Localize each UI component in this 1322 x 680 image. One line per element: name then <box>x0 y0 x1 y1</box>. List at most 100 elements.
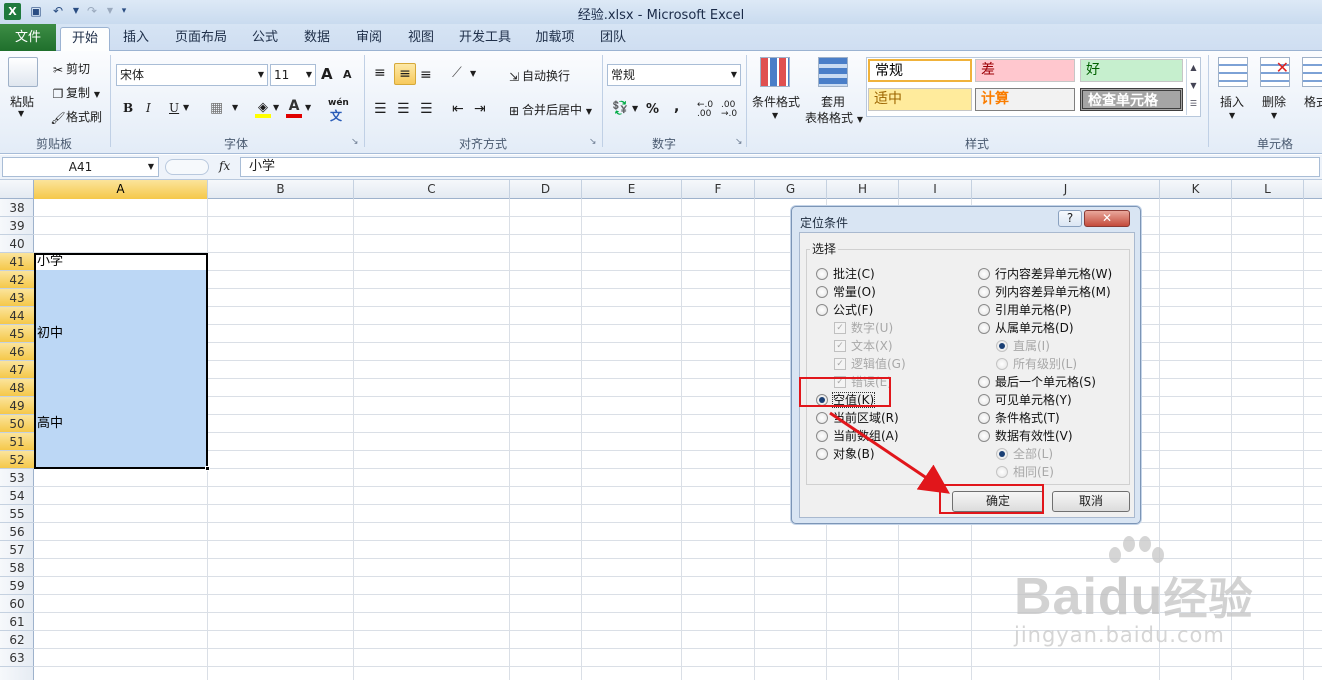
font-color-dropdown-icon[interactable]: ▼ <box>305 103 311 112</box>
radio-icon[interactable] <box>978 393 990 406</box>
wrap-text-button[interactable]: ⇲ 自动换行 <box>506 67 570 85</box>
cell-a41[interactable]: 小学 <box>37 253 63 271</box>
row-header-44[interactable]: 44 <box>0 307 34 325</box>
fill-color-icon[interactable]: ◈ <box>255 100 271 118</box>
insert-cells-button[interactable]: 插入 <box>1220 93 1244 110</box>
column-header-j[interactable]: J <box>972 180 1160 199</box>
style-calculation[interactable]: 计算 <box>975 88 1075 111</box>
close-button[interactable]: ✕ <box>1084 210 1130 227</box>
format-as-table-icon[interactable] <box>818 57 848 87</box>
right-option-1[interactable]: 列内容差异单元格(M) <box>978 283 1111 301</box>
row-header-38[interactable]: 38 <box>0 199 34 217</box>
row-header-41[interactable]: 41 <box>0 253 34 271</box>
tab-page-layout[interactable]: 页面布局 <box>165 27 237 51</box>
tab-formulas[interactable]: 公式 <box>243 27 287 51</box>
row-header-45[interactable]: 45 <box>0 325 34 343</box>
increase-decimal-icon[interactable]: ←.0.00 <box>697 101 713 119</box>
row-header-55[interactable]: 55 <box>0 505 34 523</box>
row-header-61[interactable]: 61 <box>0 613 34 631</box>
left-option-0[interactable]: 批注(C) <box>816 265 875 283</box>
row-header-57[interactable]: 57 <box>0 541 34 559</box>
tab-developer[interactable]: 开发工具 <box>452 27 518 51</box>
italic-button[interactable]: I <box>146 101 151 115</box>
column-header-f[interactable]: F <box>682 180 755 199</box>
dialog-launcher-icon[interactable]: ↘ <box>589 137 597 147</box>
grow-font-button[interactable]: A <box>321 65 333 83</box>
row-header-49[interactable]: 49 <box>0 397 34 415</box>
merge-center-button[interactable]: ⊞ 合并后居中 ▼ <box>506 101 592 119</box>
help-button[interactable]: ? <box>1058 210 1082 227</box>
paste-button[interactable]: 粘贴 <box>10 93 34 110</box>
row-header-46[interactable]: 46 <box>0 343 34 361</box>
style-bad[interactable]: 差 <box>975 59 1075 82</box>
row-header-48[interactable]: 48 <box>0 379 34 397</box>
underline-button[interactable]: U <box>169 101 179 115</box>
style-normal[interactable]: 常规 <box>868 59 972 82</box>
format-painter-button[interactable]: 🖌格式刷 <box>50 108 102 126</box>
column-header-e[interactable]: E <box>582 180 682 199</box>
tab-addins[interactable]: 加载项 <box>527 27 583 51</box>
gallery-more-icon[interactable]: ☰ <box>1187 95 1200 113</box>
tab-insert[interactable]: 插入 <box>113 27 159 51</box>
row-header-52[interactable]: 52 <box>0 451 34 469</box>
column-header-h[interactable]: H <box>827 180 899 199</box>
chevron-up-icon[interactable]: ▲ <box>1187 59 1200 77</box>
chevron-down-icon[interactable]: ▼ <box>1271 111 1277 120</box>
gallery-scroll[interactable]: ▲ ▼ ☰ <box>1186 59 1200 115</box>
align-right-icon[interactable]: ☰ <box>420 101 433 117</box>
column-header-l[interactable]: L <box>1232 180 1304 199</box>
tab-data[interactable]: 数据 <box>295 27 339 51</box>
align-bottom-icon[interactable]: ≡ <box>420 67 432 83</box>
font-size-combo[interactable]: 11 ▼ <box>270 64 316 86</box>
underline-dropdown-icon[interactable]: ▼ <box>183 103 189 112</box>
delete-cells-icon[interactable]: ✕ <box>1260 57 1290 87</box>
right-option-0[interactable]: 行内容差异单元格(W) <box>978 265 1112 283</box>
align-middle-icon[interactable]: ≡ <box>394 63 416 85</box>
radio-icon[interactable] <box>978 429 990 442</box>
row-header-60[interactable]: 60 <box>0 595 34 613</box>
row-header-39[interactable]: 39 <box>0 217 34 235</box>
orientation-icon[interactable]: ⟋ <box>452 65 462 81</box>
row-header-62[interactable]: 62 <box>0 631 34 649</box>
row-header-58[interactable]: 58 <box>0 559 34 577</box>
row-header-51[interactable]: 51 <box>0 433 34 451</box>
format-as-table-label-2[interactable]: 表格格式 ▼ <box>805 109 863 126</box>
number-format-combo[interactable]: 常规 ▼ <box>607 64 741 86</box>
decrease-decimal-icon[interactable]: .00 →.0 <box>721 101 737 119</box>
paste-icon[interactable] <box>8 57 38 87</box>
formula-bar-splitter[interactable] <box>165 159 209 175</box>
column-header-d[interactable]: D <box>510 180 582 199</box>
insert-function-button[interactable]: fx <box>219 159 230 173</box>
dialog-launcher-icon[interactable]: ↘ <box>351 137 359 147</box>
radio-icon[interactable] <box>816 303 828 316</box>
cut-button[interactable]: ✂ 剪切 <box>50 60 90 78</box>
paste-dropdown-icon[interactable]: ▼ <box>18 109 24 118</box>
column-header-b[interactable]: B <box>208 180 354 199</box>
row-header-50[interactable]: 50 <box>0 415 34 433</box>
style-check-cell[interactable]: 检查单元格 <box>1080 88 1183 111</box>
column-header-k[interactable]: K <box>1160 180 1232 199</box>
tab-team[interactable]: 团队 <box>591 27 635 51</box>
format-as-table-label-1[interactable]: 套用 <box>821 93 845 110</box>
radio-icon[interactable] <box>978 267 990 280</box>
insert-cells-icon[interactable] <box>1218 57 1248 87</box>
row-header-53[interactable]: 53 <box>0 469 34 487</box>
increase-indent-icon[interactable]: ⇥ <box>474 101 486 117</box>
currency-icon[interactable]: 💱 <box>612 101 628 116</box>
select-all-corner[interactable] <box>0 180 34 199</box>
copy-button[interactable]: ❐ 复制 ▼ <box>50 84 100 102</box>
radio-icon[interactable] <box>978 411 990 424</box>
tab-file[interactable]: 文件 <box>0 24 56 51</box>
left-option-2[interactable]: 公式(F) <box>816 301 873 319</box>
format-cells-button[interactable]: 格式 <box>1304 93 1322 110</box>
radio-icon[interactable] <box>816 285 828 298</box>
right-option-9[interactable]: 数据有效性(V) <box>978 427 1073 445</box>
currency-dropdown-icon[interactable]: ▼ <box>632 104 638 113</box>
font-color-button[interactable]: A <box>286 98 302 118</box>
align-center-icon[interactable]: ☰ <box>397 101 410 117</box>
conditional-format-icon[interactable] <box>760 57 790 87</box>
row-header-43[interactable]: 43 <box>0 289 34 307</box>
row-header-63[interactable]: 63 <box>0 649 34 667</box>
radio-icon[interactable] <box>978 321 990 334</box>
decrease-indent-icon[interactable]: ⇤ <box>452 101 464 117</box>
